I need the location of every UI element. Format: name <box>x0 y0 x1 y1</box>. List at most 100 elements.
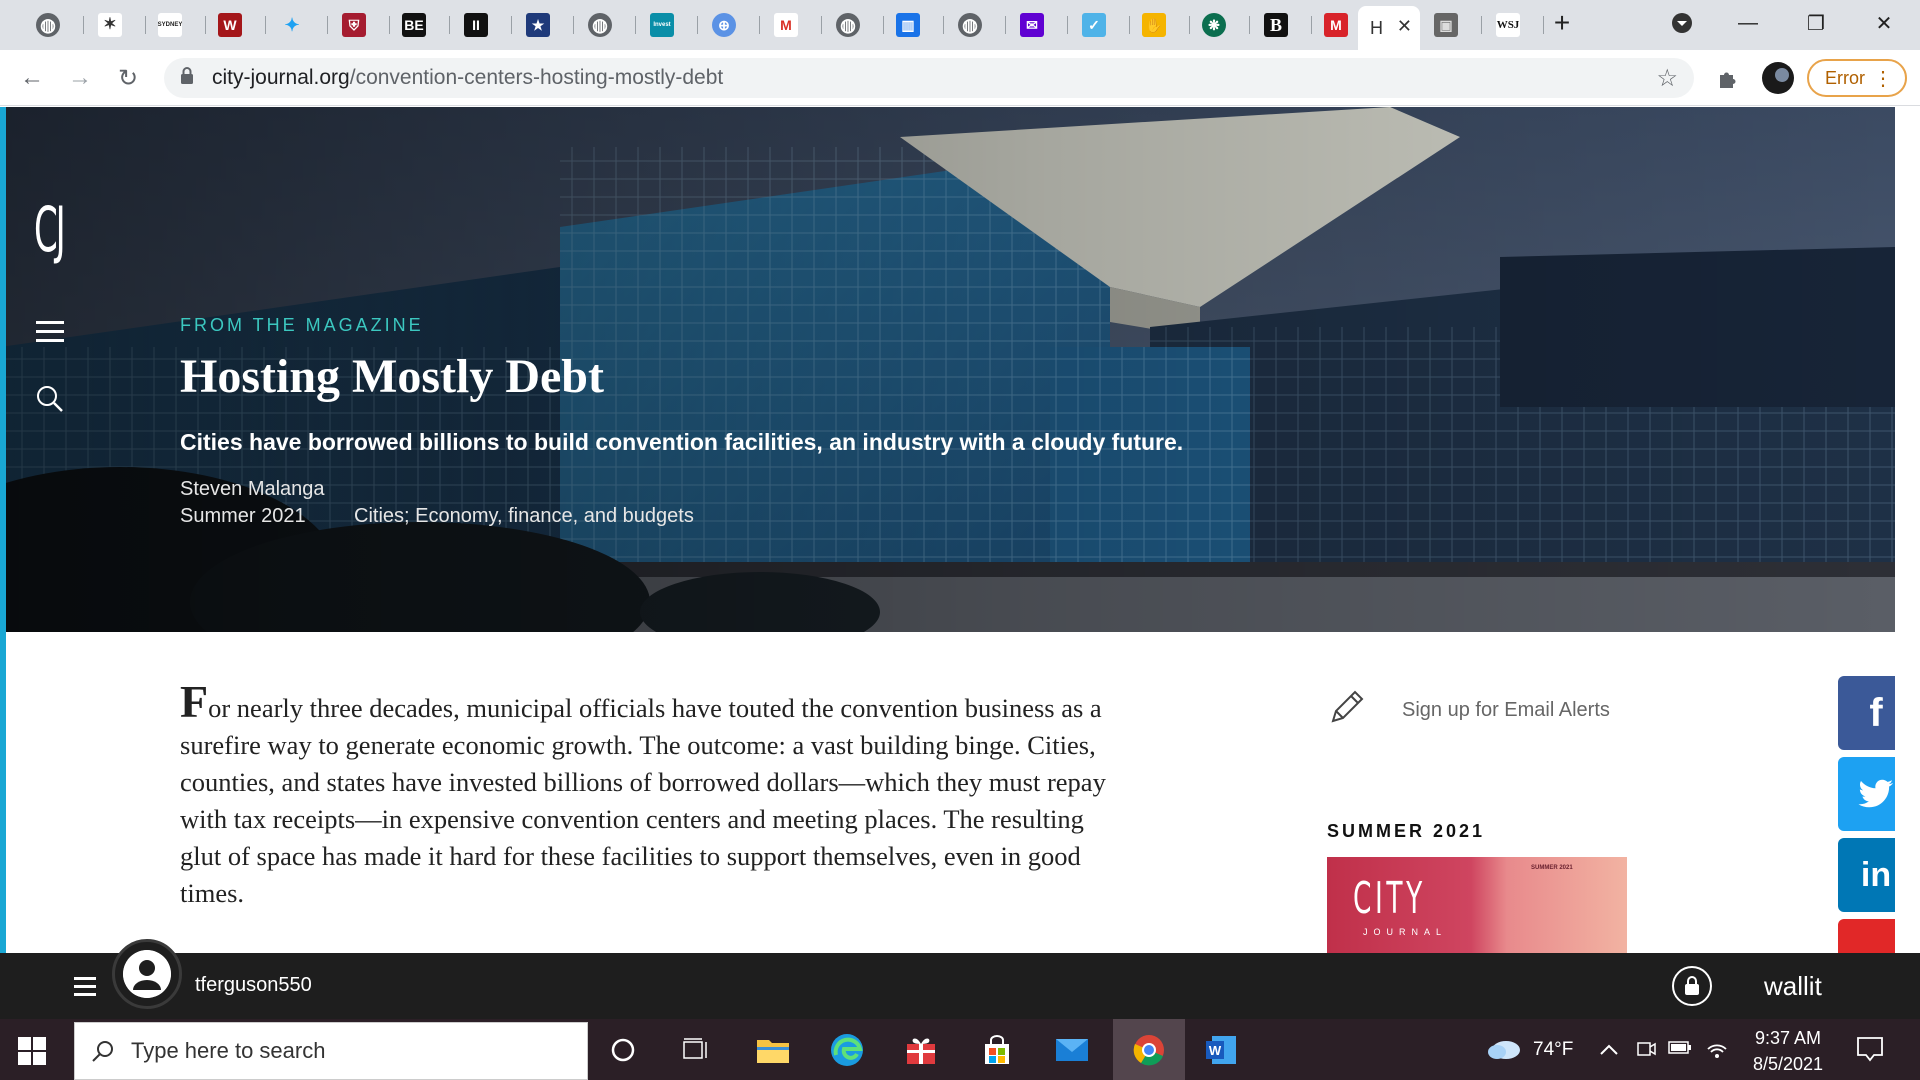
tab-7[interactable]: II <box>452 6 512 44</box>
minimize-button[interactable]: — <box>1716 0 1780 46</box>
twitter-icon: ✦ <box>284 15 300 35</box>
wallit-brand[interactable]: wallit <box>1764 971 1822 1002</box>
pencil-icon[interactable] <box>1327 687 1367 727</box>
tab-12[interactable]: M <box>762 6 822 44</box>
magazine-cover[interactable]: CITY JOURNAL SUMMER 2021 <box>1327 857 1627 953</box>
taskbar-word[interactable]: W <box>1198 1027 1244 1073</box>
tab-11[interactable]: ⊕ <box>700 6 760 44</box>
tab-23[interactable]: ▣ <box>1422 6 1482 44</box>
tab-2[interactable]: SYDNEY <box>146 6 206 44</box>
article-author[interactable]: Steven Malanga <box>180 478 325 501</box>
tab-8[interactable]: ★ <box>514 6 574 44</box>
profile-error-button[interactable]: Error ⋮ <box>1807 59 1907 97</box>
twitter-icon <box>1858 779 1893 808</box>
profile-button[interactable] <box>1758 58 1798 98</box>
share-flipboard-button[interactable] <box>1838 919 1895 953</box>
linkedin-icon: in <box>1860 855 1892 894</box>
new-tab-button[interactable]: + <box>1532 0 1592 46</box>
tab-10[interactable]: Invest <box>638 6 698 44</box>
more-vert-icon: ⋮ <box>1873 67 1893 90</box>
meet-now-icon[interactable] <box>1636 1039 1656 1065</box>
weather-icon[interactable] <box>1484 1033 1522 1067</box>
taskbar-edge[interactable] <box>824 1027 870 1073</box>
taskbar-clock[interactable]: 9:37 AM 8/5/2021 <box>1748 1025 1828 1077</box>
tab-15[interactable]: ◍ <box>946 6 1006 44</box>
forward-button[interactable]: → <box>60 58 100 98</box>
tab-separator <box>1067 16 1068 34</box>
taskbar-search-input[interactable]: Type here to search <box>74 1022 588 1080</box>
bookmark-star-icon[interactable]: ☆ <box>1656 64 1678 93</box>
accent-bar <box>0 107 6 953</box>
taskbar-store[interactable] <box>974 1027 1020 1073</box>
tab-active[interactable]: H ✕ <box>1358 6 1420 50</box>
site-search-button[interactable] <box>36 385 64 413</box>
tab-6[interactable]: BE <box>390 6 450 44</box>
windows-icon <box>18 1037 46 1065</box>
tab-19[interactable]: ❋ <box>1190 6 1250 44</box>
article-topics[interactable]: Cities; Economy, finance, and budgets <box>354 505 694 528</box>
w-icon: W <box>218 13 242 37</box>
tab-9[interactable]: ◍ <box>576 6 636 44</box>
battery-icon[interactable] <box>1668 1039 1692 1061</box>
mail-icon <box>1056 1039 1088 1061</box>
wallit-avatar[interactable] <box>112 939 182 1009</box>
article-kicker[interactable]: FROM THE MAGAZINE <box>180 315 424 336</box>
notifications-button[interactable] <box>1856 1035 1884 1069</box>
tab-13[interactable]: ◍ <box>824 6 884 44</box>
wifi-icon[interactable] <box>1706 1039 1728 1065</box>
tab-3[interactable]: W <box>206 6 266 44</box>
clock-date: 8/5/2021 <box>1752 1054 1824 1074</box>
taskbar-file-explorer[interactable] <box>750 1027 796 1073</box>
weather-temp[interactable]: 74°F <box>1533 1039 1573 1061</box>
gift-icon <box>907 1038 935 1064</box>
current-issue-label: SUMMER 2021 <box>1327 821 1486 841</box>
task-view-button[interactable] <box>673 1027 719 1073</box>
article-issue[interactable]: Summer 2021 <box>180 505 306 528</box>
site-logo[interactable]: CJ <box>34 199 66 261</box>
tab-1[interactable]: ✶ <box>86 6 146 44</box>
reload-button[interactable]: ↻ <box>108 58 148 98</box>
puzzle-icon <box>1720 72 1736 88</box>
tab-separator <box>1249 16 1250 34</box>
reload-icon: ↻ <box>117 64 139 92</box>
tab-14[interactable]: ▥ <box>884 6 944 44</box>
share-twitter-button[interactable] <box>1838 757 1895 831</box>
taskbar-gift-app[interactable] <box>898 1027 944 1073</box>
tab-20[interactable]: B <box>1252 6 1312 44</box>
user-icon <box>123 950 171 998</box>
close-window-button[interactable]: ✕ <box>1852 0 1916 46</box>
tray-chevron-up-icon[interactable] <box>1600 1039 1618 1061</box>
wallit-username[interactable]: tferguson550 <box>195 974 312 997</box>
restore-button[interactable]: ❐ <box>1784 0 1848 46</box>
email-alerts-link[interactable]: Sign up for Email Alerts <box>1402 699 1610 722</box>
tab-16[interactable]: ✉ <box>1008 6 1068 44</box>
wallit-lock-button[interactable] <box>1672 966 1712 1006</box>
taskbar-chrome[interactable] <box>1126 1027 1172 1073</box>
extensions-button[interactable] <box>1708 58 1748 98</box>
tab-separator <box>697 16 698 34</box>
site-menu-button[interactable] <box>36 321 64 343</box>
back-button[interactable]: ← <box>12 58 52 98</box>
wsj-icon: WSJ <box>1496 13 1520 37</box>
globe-icon: ◍ <box>36 13 60 37</box>
share-facebook-button[interactable]: f <box>1838 676 1895 750</box>
tab-separator <box>449 16 450 34</box>
restore-icon: ❐ <box>1807 12 1825 35</box>
wallit-menu-button[interactable] <box>74 977 96 996</box>
store-icon <box>985 1035 1009 1064</box>
tab-5[interactable]: ⛨ <box>330 6 390 44</box>
taskbar-mail[interactable] <box>1049 1027 1095 1073</box>
share-linkedin-button[interactable]: in <box>1838 838 1895 912</box>
chevron-down-icon <box>1672 13 1692 33</box>
tab-search-button[interactable] <box>1650 0 1714 46</box>
cortana-button[interactable] <box>600 1027 646 1073</box>
tab-close-icon[interactable]: ✕ <box>1397 16 1412 37</box>
tab-18[interactable]: ✋ <box>1130 6 1190 44</box>
page-viewport: CJ FROM THE MAGAZINE Hosting Mostly Debt… <box>0 107 1895 953</box>
address-bar[interactable]: city-journal.org/convention-centers-host… <box>164 58 1694 98</box>
tab-4[interactable]: ✦ <box>268 6 328 44</box>
tab-17[interactable]: ✓ <box>1070 6 1130 44</box>
tab-separator <box>1481 16 1482 34</box>
tab-0[interactable]: ◍ <box>24 6 84 44</box>
start-button[interactable] <box>18 1037 46 1065</box>
